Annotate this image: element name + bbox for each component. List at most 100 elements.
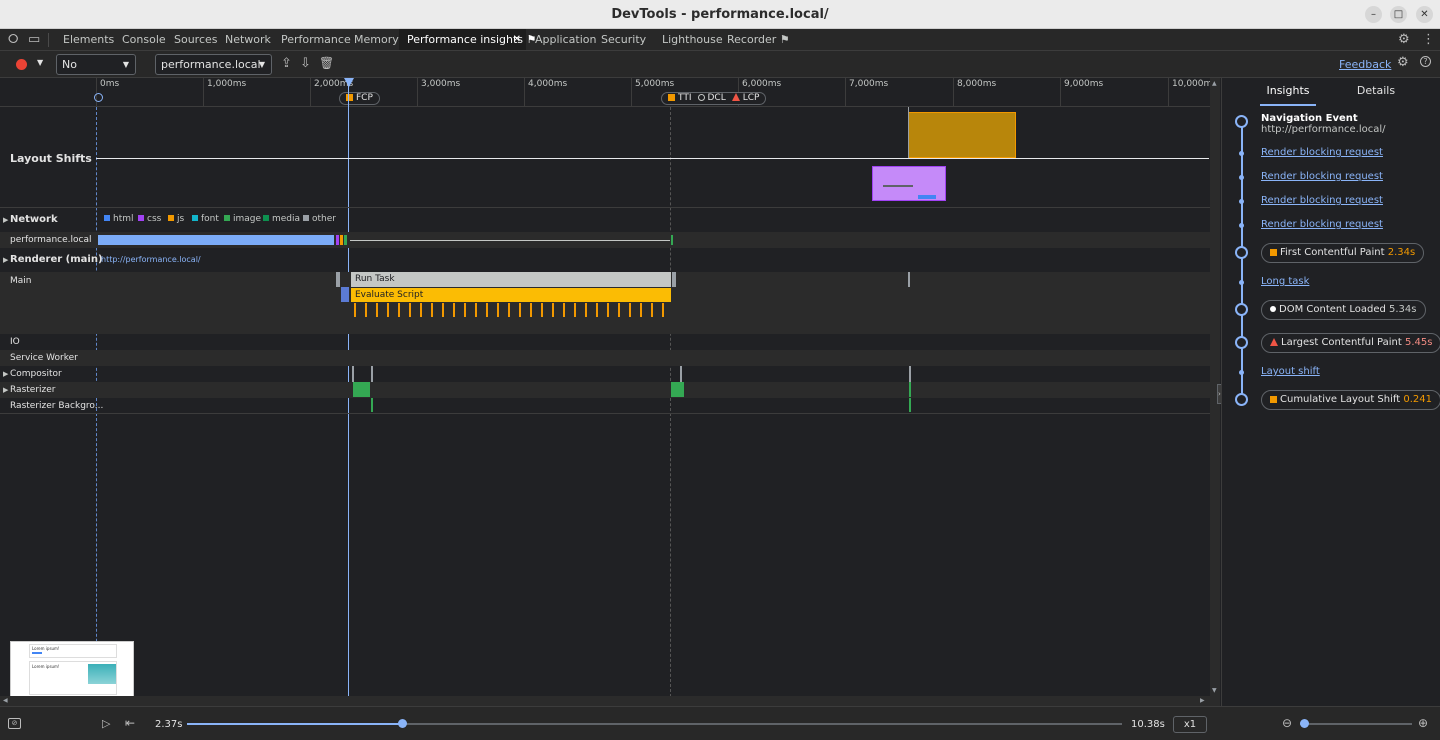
delete-icon[interactable]: 🗑 <box>319 56 334 70</box>
dcl-insight-pill[interactable]: DOM Content Loaded 5.34s <box>1261 300 1426 320</box>
upload-icon[interactable]: ⇪ <box>281 56 292 71</box>
minimize-button[interactable]: – <box>1365 6 1382 23</box>
playhead-handle-icon[interactable] <box>344 78 354 87</box>
playback-track[interactable] <box>187 719 1122 728</box>
function-call-marks[interactable] <box>354 303 670 317</box>
zoom-handle[interactable] <box>1300 719 1309 728</box>
render-blocking-link-2[interactable]: Render blocking request <box>1261 171 1383 182</box>
scroll-right-icon[interactable]: ▶ <box>1200 697 1205 704</box>
thumbnail-heading: Lorem ipsum! <box>32 646 60 651</box>
fcp-insight-pill[interactable]: First Contentful Paint 2.34s <box>1261 243 1425 263</box>
device-toolbar-icon[interactable]: ▭ <box>28 32 40 47</box>
recording-select[interactable]: performance.local (3) ▼ <box>155 54 272 90</box>
task-block[interactable] <box>336 272 340 287</box>
jump-to-start-icon[interactable]: ⇤ <box>125 716 135 730</box>
image-request-bar[interactable] <box>344 235 347 245</box>
timeline-panel[interactable]: 0ms 1,000ms 2,000ms 3,000ms 4,000ms 5,00… <box>0 78 1210 696</box>
task-block[interactable] <box>908 272 910 287</box>
page-screenshot-thumbnail[interactable]: Lorem ipsum! Lorem ipsum! <box>10 641 134 696</box>
renderer-url[interactable]: http://performance.local/ <box>101 255 201 264</box>
cls-insight-pill[interactable]: Cumulative Layout Shift 0.241 <box>1261 390 1440 410</box>
throttling-select[interactable]: No throttling ▼ <box>56 54 136 90</box>
raster-bg-mark[interactable] <box>371 398 373 412</box>
fcp-marker[interactable]: FCP <box>339 92 380 105</box>
compositor-mark[interactable] <box>909 366 911 382</box>
expand-arrow-icon[interactable]: ▶ <box>3 386 8 394</box>
tab-insights[interactable]: Insights <box>1260 78 1316 106</box>
tab-details[interactable]: Details <box>1350 78 1402 106</box>
network-track-header[interactable]: ▶ Network html css js font image media o… <box>0 209 1210 232</box>
raster-block[interactable] <box>353 382 370 397</box>
layout-shift-block[interactable] <box>908 112 1016 158</box>
maximize-button[interactable]: □ <box>1390 6 1407 23</box>
inspect-element-icon[interactable]: ⭘ <box>8 32 18 47</box>
load-markers[interactable]: TTI DCL LCP <box>661 92 767 105</box>
download-icon[interactable]: ⇩ <box>300 56 311 71</box>
compositor-mark[interactable] <box>680 366 682 382</box>
scroll-left-icon[interactable]: ◀ <box>3 697 8 704</box>
play-icon[interactable]: ▷ <box>102 717 110 730</box>
render-blocking-link-3[interactable]: Render blocking request <box>1261 195 1383 206</box>
tab-network[interactable]: Network <box>217 29 279 50</box>
tti-marker-label: TTI <box>678 93 692 103</box>
scroll-down-icon[interactable]: ▼ <box>1212 687 1217 694</box>
settings-gear-icon[interactable]: ⚙ <box>1398 32 1410 47</box>
more-options-icon[interactable]: ⋮ <box>1422 32 1435 47</box>
close-window-button[interactable]: ✕ <box>1416 6 1433 23</box>
run-task-block[interactable]: Run Task <box>351 272 671 287</box>
rasterizer-track[interactable]: ▶ Rasterizer <box>0 382 1210 398</box>
main-thread-track[interactable]: Main Run Task Evaluate Script <box>0 272 1210 334</box>
parse-block[interactable] <box>341 287 349 302</box>
layout-shift-link[interactable]: Layout shift <box>1261 366 1320 377</box>
rasterizer-background-track: Rasterizer Backgro... <box>0 398 1210 414</box>
io-track: IO <box>0 334 1210 350</box>
navigation-marker-icon[interactable] <box>94 93 103 102</box>
record-button[interactable] <box>16 59 27 70</box>
cls-square-icon <box>1270 396 1277 403</box>
render-blocking-link-1[interactable]: Render blocking request <box>1261 147 1383 158</box>
lcp-insight-pill[interactable]: Largest Contentful Paint 5.45s <box>1261 333 1440 353</box>
renderer-track-header[interactable]: ▶ Renderer (main) http://performance.loc… <box>0 249 1210 271</box>
record-dropdown-icon[interactable]: ▼ <box>37 58 43 67</box>
tab-elements[interactable]: Elements <box>55 29 122 50</box>
close-tab-icon[interactable]: ✕ <box>513 29 521 50</box>
help-icon[interactable]: ? <box>1420 56 1431 67</box>
zoom-slider[interactable] <box>1300 719 1412 728</box>
task-block[interactable] <box>672 272 676 287</box>
scroll-up-icon[interactable]: ▲ <box>1212 80 1217 87</box>
raster-block[interactable] <box>671 382 684 397</box>
expand-arrow-icon[interactable]: ▶ <box>3 370 8 378</box>
late-request-bar[interactable] <box>671 235 673 245</box>
screenshot-toggle-icon[interactable]: ⊘ <box>8 718 21 729</box>
raster-block[interactable] <box>909 382 911 397</box>
expand-arrow-icon[interactable]: ▶ <box>3 216 8 224</box>
js-request-bar[interactable] <box>340 235 343 245</box>
tab-performance-insights[interactable]: Performance insights ⚑ ✕ <box>399 29 536 50</box>
expand-arrow-icon[interactable]: ▶ <box>3 256 8 264</box>
playback-handle[interactable] <box>398 719 408 728</box>
settings-icon[interactable]: ⚙ <box>1397 55 1409 70</box>
raster-bg-mark[interactable] <box>909 398 911 412</box>
tab-security[interactable]: Security <box>593 29 654 50</box>
tab-recorder[interactable]: Recorder ⚑ <box>719 29 798 50</box>
tab-memory[interactable]: Memory <box>346 29 407 50</box>
zoom-in-icon[interactable]: ⊕ <box>1418 716 1428 730</box>
long-task-link[interactable]: Long task <box>1261 276 1309 287</box>
lcp-insight-label: Largest Contentful Paint <box>1281 337 1402 348</box>
time-ruler[interactable]: 0ms 1,000ms 2,000ms 3,000ms 4,000ms 5,00… <box>0 78 1210 107</box>
playback-speed-button[interactable]: x1 <box>1173 716 1207 733</box>
compositor-mark[interactable] <box>352 366 354 382</box>
zoom-out-icon[interactable]: ⊖ <box>1282 716 1292 730</box>
css-request-bar[interactable] <box>336 235 339 245</box>
timeline-vertical-scrollbar[interactable]: ▲ ▼ › <box>1210 78 1225 696</box>
layout-shift-screenshot[interactable] <box>872 166 946 201</box>
html-request-bar[interactable] <box>98 235 334 245</box>
feedback-link[interactable]: Feedback <box>1339 58 1391 71</box>
tab-console[interactable]: Console <box>114 29 174 50</box>
network-row[interactable]: performance.local <box>0 232 1210 248</box>
render-blocking-link-4[interactable]: Render blocking request <box>1261 219 1383 230</box>
compositor-mark[interactable] <box>371 366 373 382</box>
timeline-horizontal-scrollbar[interactable]: ◀ ▶ <box>0 696 1220 706</box>
compositor-track[interactable]: ▶ Compositor <box>0 366 1210 382</box>
evaluate-script-block[interactable]: Evaluate Script <box>351 288 671 302</box>
